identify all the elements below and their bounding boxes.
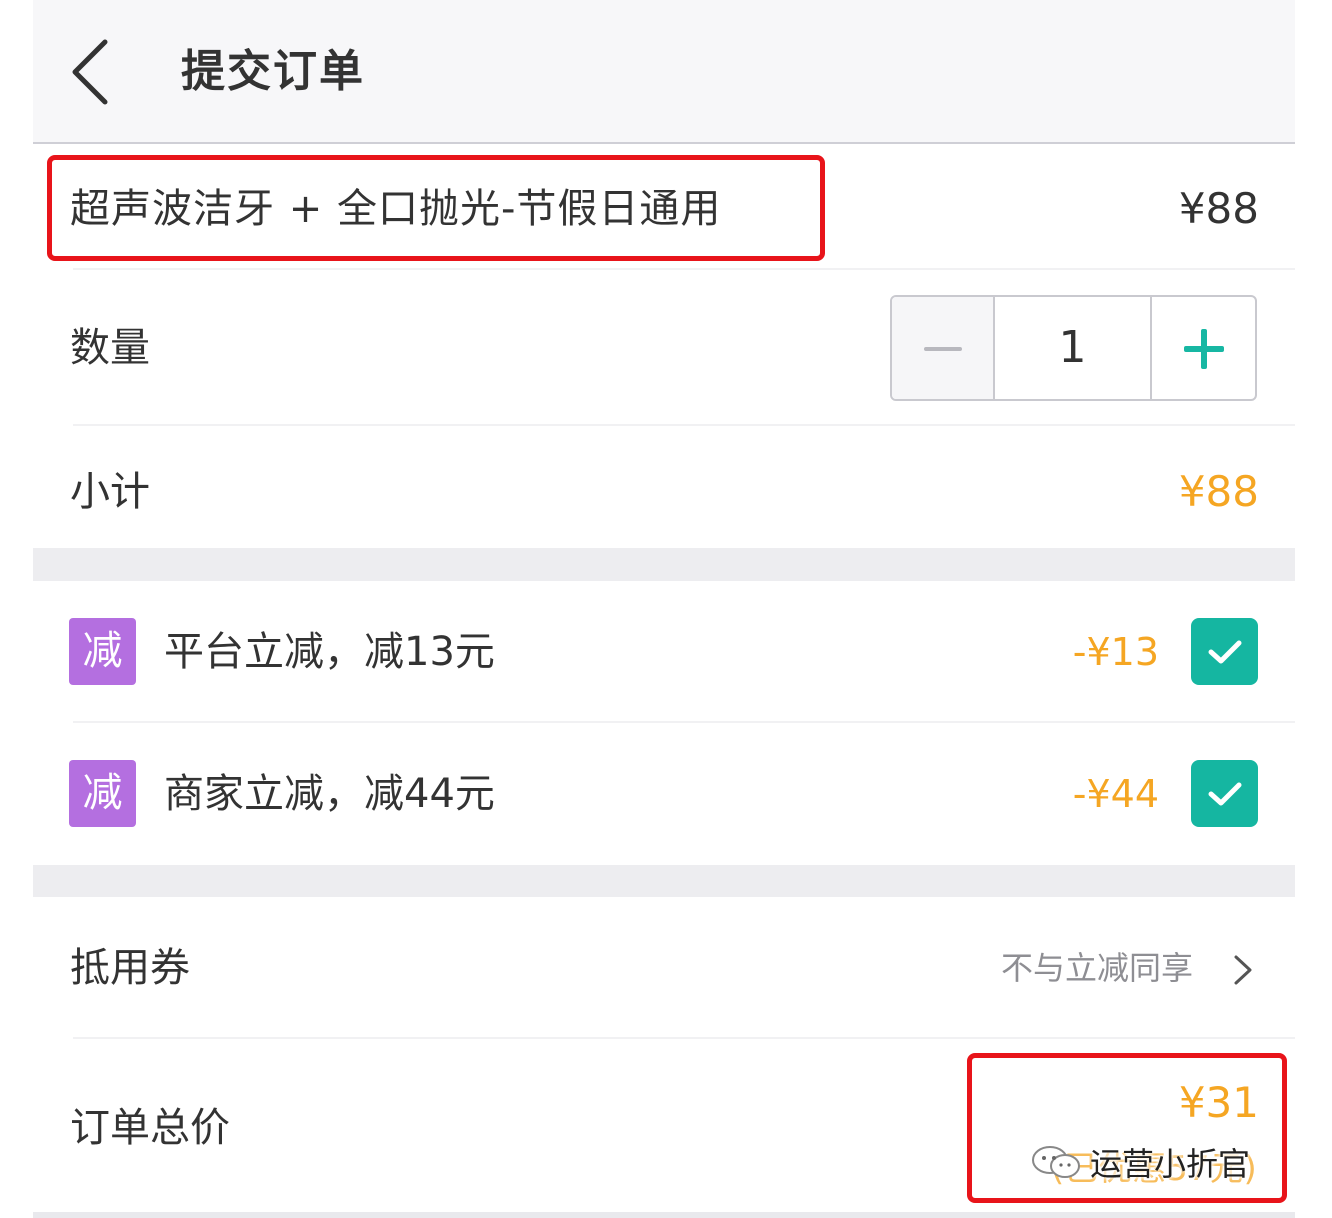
- bottom-divider: [33, 1212, 1295, 1218]
- discount-amount: -¥44: [1072, 772, 1159, 816]
- coupon-row[interactable]: 抵用券 不与立减同享: [33, 897, 1295, 1039]
- discount-amount: -¥13: [1072, 630, 1159, 674]
- discount-badge: 减: [69, 760, 136, 827]
- coupon-label: 抵用券: [70, 945, 190, 991]
- subtotal-row: 小计 ¥88: [33, 426, 1295, 548]
- coupon-hint[interactable]: 不与立减同享: [1001, 945, 1193, 991]
- discount-text: 平台立减，减13元: [164, 629, 495, 675]
- quantity-stepper: 1: [890, 295, 1257, 401]
- page-title: 提交订单: [181, 46, 365, 97]
- discount-text: 商家立减，减44元: [164, 771, 495, 817]
- discount-checkbox[interactable]: [1191, 618, 1258, 685]
- discount-checkbox[interactable]: [1191, 760, 1258, 827]
- order-screen: 提交订单 超声波洁牙 + 全口抛光-节假日通用 ¥88 数量 1 小计 ¥88 …: [33, 0, 1295, 1218]
- section-gap: [33, 865, 1295, 897]
- subtotal-label: 小计: [70, 469, 150, 515]
- chevron-left-icon: [72, 39, 108, 105]
- checkmark-icon: [1208, 640, 1242, 664]
- watermark-text: 运营小折官: [1090, 1145, 1251, 1183]
- chevron-right-icon[interactable]: [1231, 953, 1255, 987]
- chat-bubble-icon: [1032, 1146, 1080, 1178]
- checkmark-icon: [1208, 782, 1242, 806]
- total-label: 订单总价: [70, 1105, 230, 1151]
- discount-badge: 减: [69, 618, 136, 685]
- quantity-label: 数量: [70, 325, 150, 371]
- back-button[interactable]: [63, 34, 123, 110]
- subtotal-value: ¥88: [1178, 467, 1259, 516]
- quantity-row: 数量 1: [33, 270, 1295, 426]
- nav-header: 提交订单: [33, 0, 1295, 144]
- section-gap: [33, 548, 1295, 581]
- watermark: 运营小折官: [1030, 1138, 1250, 1186]
- decrement-button[interactable]: [892, 297, 995, 399]
- quantity-value[interactable]: 1: [995, 297, 1152, 399]
- discount-row-platform: 减 平台立减，减13元 -¥13: [33, 581, 1295, 723]
- discount-row-merchant: 减 商家立减，减44元 -¥44: [33, 723, 1295, 865]
- product-price: ¥88: [1178, 184, 1259, 233]
- increment-button[interactable]: [1152, 297, 1255, 399]
- highlight-box-product: [47, 155, 825, 261]
